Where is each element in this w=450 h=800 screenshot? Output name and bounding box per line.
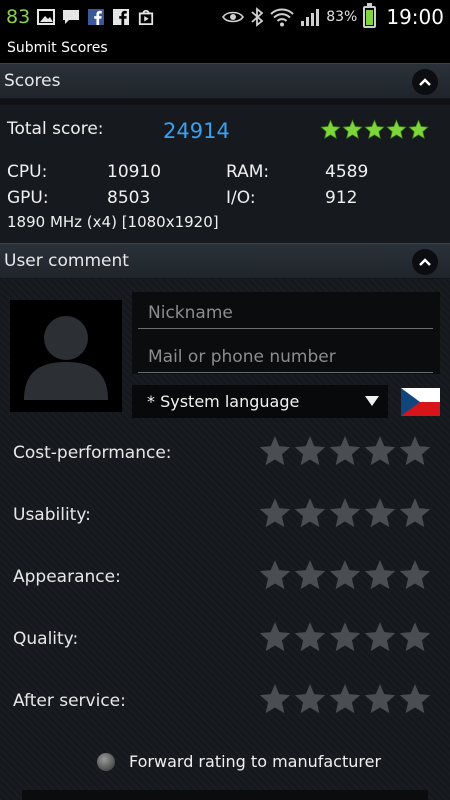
rating-stars[interactable] xyxy=(258,620,432,654)
total-star-icon xyxy=(342,119,363,139)
total-score-stars xyxy=(320,119,429,140)
rating-star-icon[interactable] xyxy=(258,496,292,530)
facebook-icon xyxy=(88,8,105,25)
rating-star-icon[interactable] xyxy=(293,496,327,530)
page-title: Submit Scores xyxy=(7,40,108,56)
rating-label: Usability: xyxy=(13,505,91,525)
rating-star-icon[interactable] xyxy=(328,558,362,592)
scores-section-header[interactable]: Scores xyxy=(0,63,450,99)
total-score-value: 24914 xyxy=(163,119,230,143)
io-value: 912 xyxy=(325,188,358,208)
forward-rating-option[interactable]: Forward rating to manufacturer xyxy=(97,752,381,771)
signal-icon xyxy=(301,8,320,26)
rating-label: Cost-performance: xyxy=(13,443,172,463)
ram-label: RAM: xyxy=(226,162,270,182)
rating-label: Quality: xyxy=(13,629,79,649)
rating-stars[interactable] xyxy=(258,682,432,716)
cpu-value: 10910 xyxy=(107,162,162,182)
rating-star-icon[interactable] xyxy=(258,682,292,716)
total-star-icon xyxy=(320,119,341,139)
language-select-value: * System language xyxy=(147,392,300,411)
rating-star-icon[interactable] xyxy=(398,620,432,654)
rating-star-icon[interactable] xyxy=(398,682,432,716)
rating-star-icon[interactable] xyxy=(293,682,327,716)
language-select[interactable]: * System language xyxy=(132,385,388,418)
ram-value: 4589 xyxy=(325,162,369,182)
chevron-up-icon xyxy=(419,78,431,86)
total-score-label: Total score: xyxy=(7,119,104,139)
io-label: I/O: xyxy=(226,188,256,208)
rating-star-icon[interactable] xyxy=(293,620,327,654)
cpu-label: CPU: xyxy=(7,162,48,182)
total-star-icon xyxy=(386,119,407,139)
gpu-label: GPU: xyxy=(7,188,49,208)
person-icon xyxy=(24,316,108,400)
user-comment-section-header[interactable]: User comment xyxy=(0,243,450,279)
rating-star-icon[interactable] xyxy=(363,558,397,592)
rating-label: Appearance: xyxy=(13,567,121,587)
rating-star-icon[interactable] xyxy=(363,682,397,716)
rating-star-icon[interactable] xyxy=(258,620,292,654)
eye-icon xyxy=(222,11,245,22)
rating-star-icon[interactable] xyxy=(258,434,292,468)
avatar[interactable] xyxy=(10,300,122,412)
rating-star-icon[interactable] xyxy=(398,434,432,468)
rating-star-icon[interactable] xyxy=(328,682,362,716)
facebook-icon xyxy=(113,8,130,25)
rating-stars[interactable] xyxy=(258,434,432,468)
nickname-input[interactable] xyxy=(138,297,433,329)
czech-flag-icon[interactable] xyxy=(401,388,440,416)
chevron-up-icon xyxy=(419,258,431,266)
total-star-icon xyxy=(364,119,385,139)
notification-count: 83 xyxy=(6,5,31,28)
rating-star-icon[interactable] xyxy=(363,620,397,654)
rating-star-icon[interactable] xyxy=(328,496,362,530)
rating-star-icon[interactable] xyxy=(363,434,397,468)
rating-star-icon[interactable] xyxy=(363,496,397,530)
rating-star-icon[interactable] xyxy=(398,558,432,592)
contact-input[interactable] xyxy=(138,341,433,373)
battery-percent: 83% xyxy=(326,8,358,25)
rating-stars[interactable] xyxy=(258,496,432,530)
bottom-bar xyxy=(22,790,428,800)
status-bar: 83 83% 19:00 xyxy=(0,0,450,33)
battery-icon xyxy=(363,2,377,28)
rating-star-icon[interactable] xyxy=(258,558,292,592)
user-comment-section-title: User comment xyxy=(4,251,129,271)
bluetooth-icon xyxy=(251,6,264,27)
rating-label: After service: xyxy=(13,691,126,711)
rating-star-icon[interactable] xyxy=(328,620,362,654)
app-title-bar: Submit Scores xyxy=(0,33,450,63)
gpu-value: 8503 xyxy=(107,188,151,208)
rating-star-icon[interactable] xyxy=(398,496,432,530)
collapse-comment-button[interactable] xyxy=(412,249,438,275)
rating-star-icon[interactable] xyxy=(293,558,327,592)
total-star-icon xyxy=(408,119,429,139)
rating-star-icon[interactable] xyxy=(293,434,327,468)
device-info: 1890 MHz (x4) [1080x1920] xyxy=(7,213,219,231)
rating-star-icon[interactable] xyxy=(328,434,362,468)
rating-stars[interactable] xyxy=(258,558,432,592)
clock: 19:00 xyxy=(386,4,444,29)
dropdown-arrow-icon xyxy=(365,396,379,406)
collapse-scores-button[interactable] xyxy=(412,69,438,95)
forward-rating-label: Forward rating to manufacturer xyxy=(129,752,382,771)
image-icon xyxy=(37,8,56,25)
play-store-icon xyxy=(139,9,154,25)
wifi-icon xyxy=(270,8,294,26)
scores-section-title: Scores xyxy=(4,71,61,91)
forward-rating-radio[interactable] xyxy=(97,752,115,771)
chat-icon xyxy=(63,9,80,24)
